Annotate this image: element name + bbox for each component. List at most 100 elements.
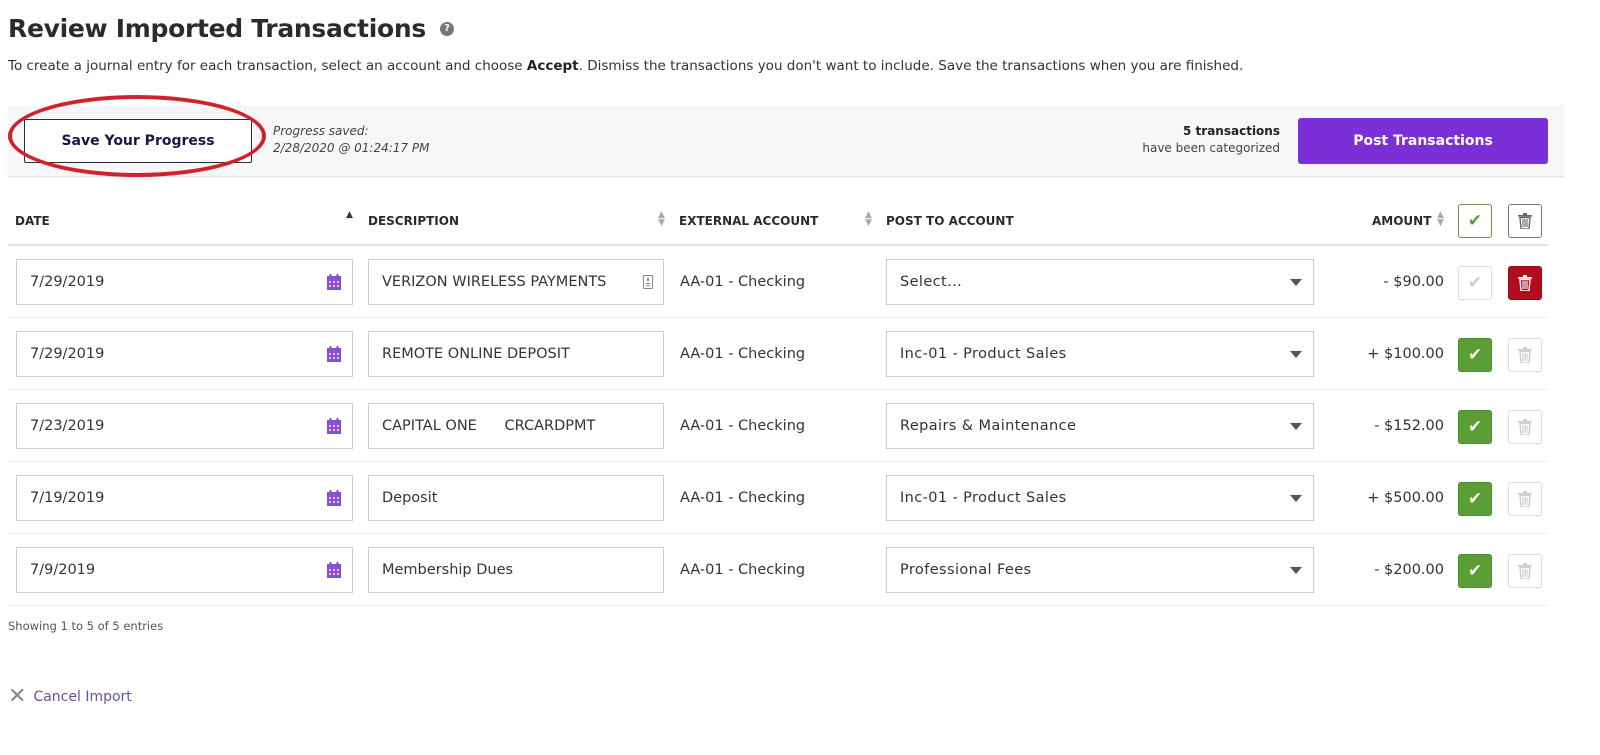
date-input[interactable]: 7/19/2019 xyxy=(16,475,353,521)
calendar-icon[interactable] xyxy=(327,274,341,290)
dismiss-button[interactable] xyxy=(1508,338,1542,372)
post-to-account-value: Inc-01 - Product Sales xyxy=(900,346,1067,362)
amount-value: + $100.00 xyxy=(1367,346,1444,362)
date-value: 7/19/2019 xyxy=(30,490,105,506)
description-value: VERIZON WIRELESS PAYMENTS xyxy=(382,274,607,290)
table-row: 7/23/2019 CAPITAL ONE CRCARDPMT AA-01 - Ch… xyxy=(8,390,1548,462)
sort-icon[interactable]: ▲ ▼ xyxy=(865,211,872,228)
description-input[interactable]: CAPITAL ONE CRCARDPMT xyxy=(368,403,664,449)
description-input[interactable]: REMOTE ONLINE DEPOSIT xyxy=(368,331,664,377)
check-icon: ✔ xyxy=(1467,272,1483,293)
check-icon: ✔ xyxy=(1467,344,1483,365)
calendar-icon[interactable] xyxy=(327,562,341,578)
accept-button[interactable]: ✔ xyxy=(1458,410,1492,444)
external-account: AA-01 - Checking xyxy=(680,490,806,506)
cancel-import-label: Cancel Import xyxy=(33,689,132,705)
calendar-icon[interactable] xyxy=(327,490,341,506)
post-to-account-value: Professional Fees xyxy=(900,562,1032,578)
check-icon: ✔ xyxy=(1467,416,1483,437)
accept-button[interactable]: ✔ xyxy=(1458,338,1492,372)
date-value: 7/29/2019 xyxy=(30,346,105,362)
post-to-account-value: Repairs & Maintenance xyxy=(900,418,1077,434)
post-transactions-button[interactable]: Post Transactions xyxy=(1298,118,1548,164)
progress-saved-info: Progress saved: 2/28/2020 @ 01:24:17 PM xyxy=(273,123,429,157)
date-input[interactable]: 7/29/2019 xyxy=(16,259,353,305)
description-value: Deposit xyxy=(382,490,438,506)
progress-saved-label: Progress saved: xyxy=(273,124,369,138)
date-input[interactable]: 7/23/2019 xyxy=(16,403,353,449)
column-header-external-account[interactable]: EXTERNAL ACCOUNT xyxy=(679,214,818,228)
date-value: 7/29/2019 xyxy=(30,274,105,290)
trash-icon xyxy=(1518,563,1532,579)
description-value: Membership Dues xyxy=(382,562,514,578)
description-value: REMOTE ONLINE DEPOSIT xyxy=(382,346,570,362)
action-toolbar: Save Your Progress Progress saved: 2/28/… xyxy=(8,95,1564,177)
check-icon: ✔ xyxy=(1467,488,1483,509)
accept-all-button[interactable]: ✔ xyxy=(1458,204,1492,238)
external-account: AA-01 - Checking xyxy=(680,346,806,362)
column-header-post-to-account[interactable]: POST TO ACCOUNT xyxy=(886,214,1014,228)
sort-asc-icon[interactable]: ▲ xyxy=(346,211,353,220)
instructions-pre: To create a journal entry for each trans… xyxy=(8,58,527,74)
table-row: 7/9/2019 Membership Dues AA-01 - Checking P… xyxy=(8,534,1548,606)
date-value: 7/9/2019 xyxy=(30,562,96,578)
question-circle-icon[interactable]: ? xyxy=(439,21,454,36)
description-input[interactable]: Deposit xyxy=(368,475,664,521)
dismiss-button[interactable] xyxy=(1508,482,1542,516)
cancel-import-link[interactable]: ✕ Cancel Import xyxy=(8,686,132,708)
dismiss-button[interactable] xyxy=(1508,266,1542,300)
calendar-icon[interactable] xyxy=(327,418,341,434)
post-to-account-select[interactable]: Select... xyxy=(886,259,1314,305)
date-input[interactable]: 7/9/2019 xyxy=(16,547,353,593)
description-value: CAPITAL ONE CRCARDPMT xyxy=(382,418,596,434)
dismiss-button[interactable] xyxy=(1508,410,1542,444)
external-account: AA-01 - Checking xyxy=(680,562,806,578)
categorized-count-number: 5 transactions xyxy=(1183,124,1280,138)
description-input[interactable]: VERIZON WIRELESS PAYMENTS xyxy=(368,259,664,305)
chevron-down-icon xyxy=(1290,423,1302,430)
entries-info: Showing 1 to 5 of 5 entries xyxy=(8,619,164,633)
memo-icon[interactable] xyxy=(643,275,653,289)
close-icon: ✕ xyxy=(8,684,27,709)
dismiss-all-button[interactable] xyxy=(1508,204,1542,238)
chevron-down-icon xyxy=(1290,279,1302,286)
post-to-account-select[interactable]: Inc-01 - Product Sales xyxy=(886,475,1314,521)
column-header-amount[interactable]: AMOUNT xyxy=(1372,214,1431,228)
sort-icon[interactable]: ▲ ▼ xyxy=(658,211,665,228)
column-header-description[interactable]: DESCRIPTION xyxy=(368,214,459,228)
description-input[interactable]: Membership Dues xyxy=(368,547,664,593)
date-value: 7/23/2019 xyxy=(30,418,105,434)
instructions-post: . Dismiss the transactions you don't wan… xyxy=(578,58,1244,74)
date-input[interactable]: 7/29/2019 xyxy=(16,331,353,377)
sort-icon[interactable]: ▲ ▼ xyxy=(1437,211,1444,228)
amount-value: - $200.00 xyxy=(1374,562,1444,578)
save-progress-button[interactable]: Save Your Progress xyxy=(24,119,252,163)
amount-value: - $152.00 xyxy=(1374,418,1444,434)
trash-icon xyxy=(1518,213,1532,229)
trash-icon xyxy=(1518,419,1532,435)
accept-button[interactable]: ✔ xyxy=(1458,266,1492,300)
post-to-account-value: Select... xyxy=(900,274,963,290)
trash-icon xyxy=(1518,491,1532,507)
external-account: AA-01 - Checking xyxy=(680,418,806,434)
post-to-account-select[interactable]: Inc-01 - Product Sales xyxy=(886,331,1314,377)
chevron-down-icon xyxy=(1290,495,1302,502)
accept-button[interactable]: ✔ xyxy=(1458,482,1492,516)
trash-icon xyxy=(1518,347,1532,363)
column-header-date[interactable]: DATE xyxy=(15,214,50,228)
dismiss-button[interactable] xyxy=(1508,554,1542,588)
calendar-icon[interactable] xyxy=(327,346,341,362)
instructions-bold: Accept xyxy=(526,58,579,74)
check-icon: ✔ xyxy=(1467,210,1483,231)
table-body: 7/29/2019 VERIZON WIRELESS PAYMENTS AA-01 … xyxy=(8,246,1548,606)
post-to-account-select[interactable]: Repairs & Maintenance xyxy=(886,403,1314,449)
post-to-account-select[interactable]: Professional Fees xyxy=(886,547,1314,593)
amount-value: - $90.00 xyxy=(1383,274,1444,290)
categorized-count-label: have been categorized xyxy=(1142,141,1280,155)
progress-saved-time: 2/28/2020 @ 01:24:17 PM xyxy=(273,141,430,155)
chevron-down-icon xyxy=(1290,567,1302,574)
chevron-down-icon xyxy=(1290,351,1302,358)
external-account: AA-01 - Checking xyxy=(680,274,806,290)
table-row: 7/29/2019 VERIZON WIRELESS PAYMENTS AA-01 … xyxy=(8,246,1548,318)
accept-button[interactable]: ✔ xyxy=(1458,554,1492,588)
